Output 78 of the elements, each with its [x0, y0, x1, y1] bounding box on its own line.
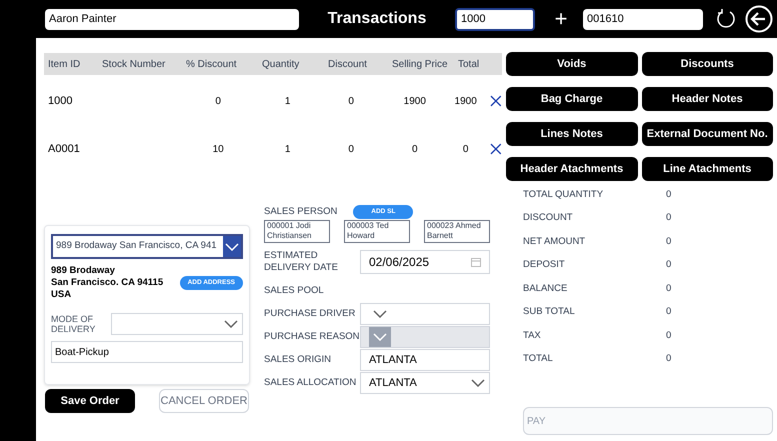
action-button[interactable]: Discounts: [642, 52, 773, 76]
field-label: MODE OF DELIVERY: [51, 314, 96, 334]
column-header: Item ID: [48, 58, 82, 72]
salesperson-tag: 000023 Ahmed Barnett: [424, 220, 490, 244]
field-label: PURCHASE DRIVER: [264, 308, 356, 320]
table-cell-text: 1: [284, 142, 292, 156]
action-button[interactable]: Header Notes: [642, 87, 773, 111]
customer-field[interactable]: Aaron Painter: [45, 8, 299, 30]
dropdown-field[interactable]: ATLANTA: [360, 372, 490, 394]
add-button[interactable]: +: [551, 8, 571, 30]
item-field[interactable]: 1000: [455, 8, 535, 30]
field-label: SALES ALLOCATION: [264, 376, 356, 389]
table-cell-text: 1900: [402, 94, 427, 108]
text-field[interactable]: Boat-Pickup: [51, 341, 243, 363]
table-cell-text: 0: [410, 142, 419, 156]
column-header: % Discount: [186, 58, 238, 72]
action-button[interactable]: Line Atachments: [642, 157, 773, 181]
delete-icon[interactable]: [490, 95, 502, 107]
summary-value: 0: [666, 328, 672, 343]
action-button[interactable]: Voids: [506, 52, 638, 76]
action-button[interactable]: External Document No.: [642, 122, 773, 146]
text-field[interactable]: ATLANTA: [360, 348, 490, 371]
action-button[interactable]: Lines Notes: [506, 122, 638, 146]
summary-label: NET AMOUNT: [523, 234, 586, 249]
refresh-icon[interactable]: [715, 8, 737, 30]
table-cell-text: 1: [284, 94, 292, 108]
chevron-down-icon: [373, 310, 387, 318]
summary-label: DEPOSIT: [523, 258, 566, 272]
field-label: ESTIMATED DELIVERY DATE: [264, 250, 339, 274]
summary-label: DISCOUNT: [523, 211, 574, 226]
column-header: Selling Price: [392, 58, 449, 72]
table-cell-text: 10: [212, 142, 225, 156]
summary-value: 0: [666, 282, 672, 296]
summary-value: 0: [666, 305, 672, 320]
field-label: SALES POOL: [264, 284, 324, 297]
column-header: Total: [458, 58, 480, 72]
order-field[interactable]: 001610: [583, 8, 703, 30]
action-button[interactable]: Bag Charge: [506, 87, 638, 111]
table-cell-text: 0: [462, 142, 470, 156]
chevron-down-icon: [224, 320, 238, 328]
summary-label: SUB TOTAL: [523, 305, 576, 320]
chevron-down-icon: [225, 242, 239, 250]
summary-label: TAX: [523, 328, 542, 343]
address-text: 989 Brodaway San Francisco. CA 94115 USA: [51, 265, 164, 301]
calendar-icon: [471, 258, 481, 267]
table-cell-text: 0: [214, 94, 222, 108]
summary-value: 0: [666, 258, 672, 272]
dropdown-field[interactable]: [360, 302, 490, 325]
summary-value: 0: [666, 234, 672, 249]
salesperson-tag: 000001 Jodi Christiansen: [264, 220, 330, 244]
table-cell-text: 1900: [454, 94, 478, 108]
address-dropdown[interactable]: 989 Brodaway San Francisco, CA 941: [51, 234, 243, 259]
field-label: SALES ORIGIN: [264, 354, 332, 366]
chevron-down-icon: [471, 378, 485, 387]
dropdown-field[interactable]: [111, 313, 243, 335]
date-field[interactable]: 02/06/2025: [360, 250, 490, 274]
field-label: SALES PERSON: [264, 205, 338, 219]
field-label: PURCHASE REASON: [264, 330, 360, 343]
table-cell-text: A0001: [48, 142, 81, 157]
summary-label: TOTAL QUANTITY: [523, 188, 604, 202]
column-header: Discount: [328, 58, 368, 72]
delete-icon[interactable]: [490, 143, 502, 155]
summary-value: 0: [666, 211, 672, 226]
summary-value: 0: [666, 188, 672, 202]
save-order-button[interactable]: Save Order: [45, 389, 135, 413]
salesperson-tag: 000003 Ted Howard: [344, 220, 410, 244]
summary-label: TOTAL: [523, 352, 554, 366]
page-title: Transactions: [326, 9, 428, 29]
pay-field[interactable]: PAY: [523, 407, 773, 435]
column-header: Quantity: [262, 58, 300, 72]
column-header: Stock Number: [102, 58, 166, 72]
table-cell-text: 0: [347, 142, 355, 156]
summary-label: BALANCE: [523, 282, 568, 296]
action-button[interactable]: Header Atachments: [506, 157, 638, 181]
chevron-down-icon: [373, 332, 387, 341]
table-cell-text: 0: [347, 94, 355, 108]
summary-value: 0: [666, 352, 672, 366]
table-cell-text: 1000: [48, 94, 74, 109]
